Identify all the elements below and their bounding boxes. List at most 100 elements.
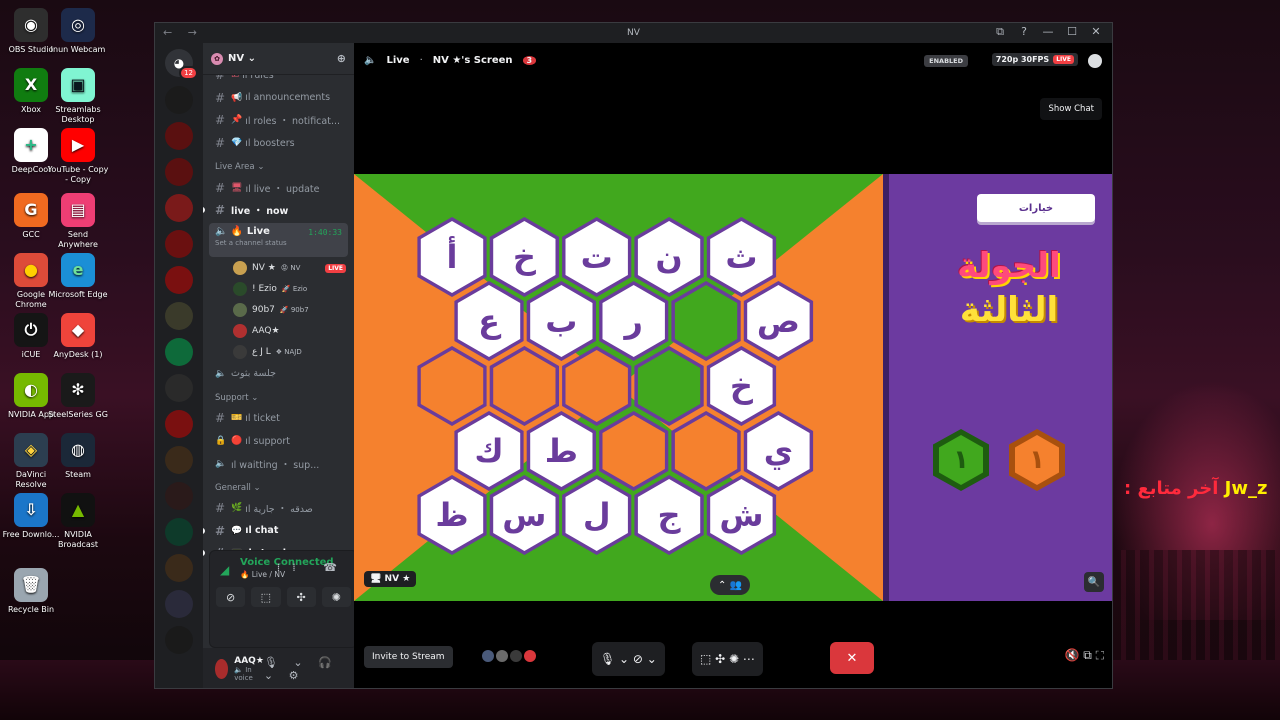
channel-item[interactable]: # live ・ now (203, 199, 354, 222)
voice-panel-actions[interactable]: ⁞⁞ ☎ (277, 561, 349, 574)
desktop-icon[interactable]: ▤ Send Anywhere (47, 193, 109, 249)
channel-item[interactable]: # 📌 ıl roles ・ notificat... (203, 109, 354, 132)
app-icon: ▣ (61, 68, 95, 102)
user-tools[interactable]: 🎙 ⌄ 🎧 ⌄ ⚙ (264, 656, 346, 682)
channel-item[interactable]: # 🎫 ıl ticket (203, 407, 354, 430)
quality-badge: 720p 30FPS LIVE (991, 53, 1078, 66)
hash-icon: # (215, 411, 226, 426)
voice-user-name: ع J L (252, 347, 271, 358)
leave-call-button[interactable]: ✕ (830, 642, 874, 674)
expand-participants-button[interactable]: ⌃ 👥 (710, 575, 750, 595)
streamer-name-tag: 🖥 NV ★ (364, 571, 417, 587)
server-icon[interactable] (165, 266, 193, 294)
viewer-count-badge: 3 (522, 55, 537, 66)
invite-to-stream-button[interactable]: Invite to Stream (364, 646, 453, 668)
voice-user-name: 90b7 (252, 305, 275, 316)
view-controls[interactable]: 🔇 ⧉ ⛶ (1064, 648, 1104, 663)
options-button[interactable]: خيارات (977, 194, 1095, 222)
channel-name: ıl chat (245, 525, 279, 537)
channel-emoji: 🔴 (231, 436, 243, 447)
channel-item[interactable]: # 📢 ıl announcements (203, 87, 354, 110)
channel-category[interactable]: Live Area ⌄ (203, 154, 354, 176)
server-icon[interactable] (165, 482, 193, 510)
stream-channel-name[interactable]: Live (386, 55, 409, 66)
pip-icon[interactable]: ⧉ (988, 25, 1012, 39)
stream-screen-name: NV ★'s Screen (432, 54, 513, 66)
desktop-icon[interactable]: ◍ Steam (47, 433, 109, 480)
desktop-icon[interactable]: 🗑 Recycle Bin (0, 568, 62, 615)
live-voice-channel[interactable]: 🔈 🔥 Live Set a channel status 1:40:33 (209, 222, 348, 257)
window-title: NV (627, 28, 640, 38)
hex-letter: ط (545, 432, 578, 470)
desktop-icon[interactable]: ◆ AnyDesk (1) (47, 313, 109, 360)
person-add-icon[interactable]: ⊕ (337, 52, 346, 65)
app-icon: ◍ (61, 433, 95, 467)
channel-category[interactable]: Generall ⌄ (203, 475, 354, 497)
server-icon[interactable] (165, 518, 193, 546)
screen-share-button[interactable]: ⬚ (251, 587, 281, 607)
activities-button[interactable]: ✣ (286, 587, 316, 607)
desktop-icon[interactable]: ▣ Streamlabs Desktop (47, 68, 109, 124)
server-icon[interactable] (165, 230, 193, 258)
green-score-value: ١ (939, 435, 983, 485)
server-icon[interactable] (165, 554, 193, 582)
server-header[interactable]: ✿ NV ⌄ ⊕ (203, 43, 354, 75)
channel-status[interactable]: Set a channel status (215, 239, 342, 247)
server-icon[interactable] (165, 338, 193, 366)
desktop-icon[interactable]: ✻ SteelSeries GG (47, 373, 109, 420)
voice-user[interactable]: ! Ezio 🚀 Ezio (203, 279, 354, 300)
soundboard-button[interactable]: ✺ (321, 587, 351, 607)
voice-user[interactable]: AAQ★ (203, 321, 354, 342)
live-badge: LIVE (1053, 55, 1074, 64)
channel-item[interactable]: 🔈 ıl waitting ・ sup... (203, 452, 354, 475)
minimize-icon[interactable]: — (1036, 25, 1060, 39)
help-icon[interactable]: ? (1012, 25, 1036, 39)
desktop-icon[interactable]: e Microsoft Edge (47, 253, 109, 300)
voice-panel: ◢ Voice Connected 🔥 Live / NV ⁞⁞ ☎ ⊘ ⬚ ✣ ✺ (209, 550, 358, 648)
channel-name: ıl rules (242, 75, 274, 81)
desktop-icon[interactable]: ◎ Inun Webcam (47, 8, 109, 55)
server-icon[interactable] (165, 86, 193, 114)
voice-user[interactable]: NV ★ 😡 NV LIVE (203, 258, 354, 279)
server-icon[interactable] (165, 374, 193, 402)
server-icon: ✿ (211, 52, 223, 65)
discord-home-icon[interactable]: ◕ 12 (165, 49, 198, 80)
title-bar: ← → NV ⧉? — ☐ ✕ (155, 23, 1112, 43)
server-icon[interactable] (165, 158, 193, 186)
zoom-icon[interactable]: 🔍 (1084, 572, 1104, 592)
camera-off-button[interactable]: ⊘ (216, 587, 246, 607)
quality-text: 720p 30FPS (995, 55, 1050, 64)
channel-item[interactable]: 🔈 جلسة بثوث (203, 363, 354, 386)
channel-item[interactable]: # ☑ ıl rules (203, 75, 354, 87)
desktop-icon[interactable]: ▶ YouTube - Copy - Copy (47, 128, 109, 184)
voice-user[interactable]: 90b7 🚀 90b7 (203, 300, 354, 321)
hash-icon: # (215, 136, 226, 151)
server-icon[interactable] (165, 626, 193, 654)
server-icon[interactable] (165, 590, 193, 618)
server-icon[interactable] (165, 410, 193, 438)
mic-camera-controls[interactable]: 🎙 ⌄ ⊘ ⌄ (592, 642, 665, 676)
avatar[interactable] (215, 659, 229, 679)
unread-indicator (203, 550, 205, 557)
channel-item[interactable]: # 💎 ıl boosters (203, 132, 354, 155)
server-icon[interactable] (165, 122, 193, 150)
channel-list: # ☑ ıl rules # 📢 ıl announcements # 📌 ıl roles ・… (203, 75, 354, 602)
hex-letter: خ (513, 238, 537, 276)
channel-item[interactable]: # 💬 ıl chat (203, 520, 354, 543)
user-tag: 🚀 90b7 (279, 306, 309, 315)
channel-item[interactable]: 🔒 🔴 ıl support (203, 430, 354, 453)
voice-user[interactable]: ع J L ❖ NAJD (203, 342, 354, 363)
user-tag: ❖ NAJD (275, 348, 302, 357)
channel-category[interactable]: Support ⌄ (203, 385, 354, 407)
close-icon[interactable]: ✕ (1084, 25, 1108, 39)
channel-item[interactable]: # 🖥 ıl live ・ update (203, 176, 354, 199)
show-chat-button[interactable] (1088, 54, 1102, 68)
maximize-icon[interactable]: ☐ (1060, 25, 1084, 39)
server-icon[interactable] (165, 194, 193, 222)
channel-item[interactable]: # 🌿 ıl صدقه ・ جارية (203, 497, 354, 520)
hex-letter: ظ (435, 496, 468, 534)
share-activity-controls[interactable]: ⬚ ✣ ✺ ⋯ (692, 642, 763, 676)
server-icon[interactable] (165, 302, 193, 330)
server-icon[interactable] (165, 446, 193, 474)
desktop-icon[interactable]: ▲ NVIDIA Broadcast (47, 493, 109, 549)
